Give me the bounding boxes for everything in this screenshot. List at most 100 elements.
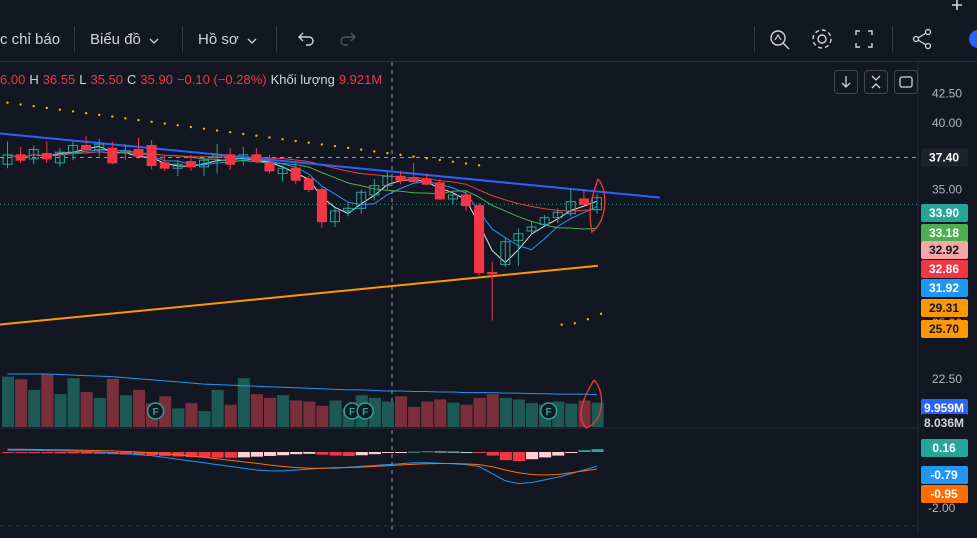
chevron-down-icon xyxy=(149,31,159,48)
chevron-down-icon xyxy=(247,31,257,48)
sar-dot xyxy=(163,122,166,125)
volume-bar xyxy=(41,374,54,427)
sar-dot xyxy=(98,113,101,117)
legend-close: 35.90 xyxy=(140,72,173,87)
price-axis-tick: 40.00 xyxy=(932,116,962,130)
candle-body xyxy=(395,175,406,181)
toolbar-divider xyxy=(276,26,277,52)
sar-dot xyxy=(255,134,258,137)
price-axis-tick: 42.50 xyxy=(932,86,962,100)
volume-bar xyxy=(211,389,224,427)
sar-dot xyxy=(386,151,389,155)
macd-histogram-bar xyxy=(460,452,473,453)
sar-dot xyxy=(71,110,75,113)
macd-histogram-bar xyxy=(54,452,67,454)
candle-body xyxy=(133,149,144,157)
volume-bar xyxy=(460,404,473,427)
candle-body xyxy=(474,205,485,273)
macd-histogram-bar xyxy=(28,452,41,454)
chart-type-button[interactable]: Biểu đồ xyxy=(90,26,159,52)
candle-body xyxy=(434,182,445,200)
moving-average-line xyxy=(7,151,598,212)
macd-histogram-bar xyxy=(224,452,237,458)
macd-histogram-bar xyxy=(539,452,552,458)
legend-high-label: H xyxy=(29,72,39,87)
sar-dot xyxy=(599,312,603,316)
sar-dot xyxy=(320,143,324,146)
macd-histogram-bar xyxy=(342,452,355,456)
sar-dot xyxy=(573,322,576,325)
scroll-down-button[interactable] xyxy=(834,70,858,94)
moving-average-line xyxy=(7,149,598,251)
sar-dot xyxy=(438,158,441,162)
sar-dot xyxy=(137,118,140,122)
event-marker-label: F xyxy=(362,407,368,418)
volume-bar xyxy=(28,389,41,427)
sar-dot xyxy=(586,318,590,321)
candle-body xyxy=(461,194,471,207)
plus-icon[interactable] xyxy=(946,0,968,14)
sar-dot xyxy=(294,139,297,143)
toolbar-divider xyxy=(754,26,755,52)
volume-bar xyxy=(329,400,342,427)
undo-icon[interactable] xyxy=(292,26,320,52)
macd-histogram-bar xyxy=(591,449,604,452)
volume-bar xyxy=(408,406,421,427)
price-tag: 32.86 xyxy=(929,262,959,276)
volume-bar xyxy=(15,379,28,427)
redo-icon[interactable] xyxy=(334,26,362,52)
volume-bar xyxy=(486,394,499,427)
volume-bar xyxy=(381,401,394,427)
macd-histogram-bar xyxy=(329,452,342,456)
macd-histogram-bar xyxy=(381,452,394,453)
event-marker-label: F xyxy=(546,407,552,418)
volume-bar xyxy=(198,411,211,427)
fullscreen-icon[interactable] xyxy=(850,26,878,52)
macd-histogram-bar xyxy=(447,451,460,453)
volume-bar xyxy=(172,408,185,427)
legend-volume-label: Khối lượng xyxy=(270,72,335,87)
macd-histogram-bar xyxy=(80,452,93,454)
sar-dot xyxy=(84,111,88,115)
macd-histogram-bar xyxy=(67,452,80,454)
sar-dot xyxy=(412,155,415,158)
macd-histogram-bar xyxy=(473,452,486,453)
sar-dot xyxy=(373,150,376,153)
share-icon[interactable] xyxy=(908,26,936,52)
sar-dot xyxy=(229,131,232,134)
legend-volume: 9.921M xyxy=(338,72,383,87)
macd-axis-tick: -2.00 xyxy=(928,501,956,515)
volume-bar xyxy=(434,399,447,427)
price-tag: 33.90 xyxy=(929,206,959,220)
event-marker-label: F xyxy=(153,407,159,418)
profile-button[interactable]: Hồ sơ xyxy=(198,26,257,52)
sar-dot xyxy=(189,125,193,129)
legend-high: 36.55 xyxy=(42,72,76,87)
sar-dot xyxy=(124,117,127,120)
maximize-pane-button[interactable] xyxy=(894,70,918,94)
indicators-label: c chỉ báo xyxy=(0,30,61,48)
gear-icon[interactable] xyxy=(808,26,836,52)
macd-histogram-bar xyxy=(486,452,499,456)
macd-histogram-bar xyxy=(250,452,263,457)
chart-area[interactable]: FFFF42.5040.0035.0022.5025.00-2.0037.403… xyxy=(0,62,977,533)
candlestick-chart[interactable]: FFFF42.5040.0035.0022.5025.00-2.0037.403… xyxy=(0,62,977,533)
volume-bar xyxy=(526,403,539,427)
macd-histogram-bar xyxy=(237,452,250,458)
collapse-button[interactable] xyxy=(864,70,888,94)
legend-low-label: L xyxy=(79,72,87,87)
volume-bar xyxy=(277,395,290,427)
volume-bar xyxy=(80,392,93,427)
candle-body xyxy=(41,153,52,160)
macd-histogram-bar xyxy=(499,452,512,461)
macd-histogram-bar xyxy=(41,452,54,454)
sar-dot xyxy=(32,105,35,108)
sar-dot xyxy=(215,129,219,132)
search-chart-icon[interactable] xyxy=(766,26,794,52)
globe-icon[interactable] xyxy=(966,26,977,52)
candle-body xyxy=(264,162,275,172)
price-tag: 32.92 xyxy=(929,243,959,257)
volume-bar xyxy=(512,399,525,427)
indicators-button[interactable]: c chỉ báo xyxy=(0,26,60,52)
macd-histogram-bar xyxy=(277,452,290,456)
